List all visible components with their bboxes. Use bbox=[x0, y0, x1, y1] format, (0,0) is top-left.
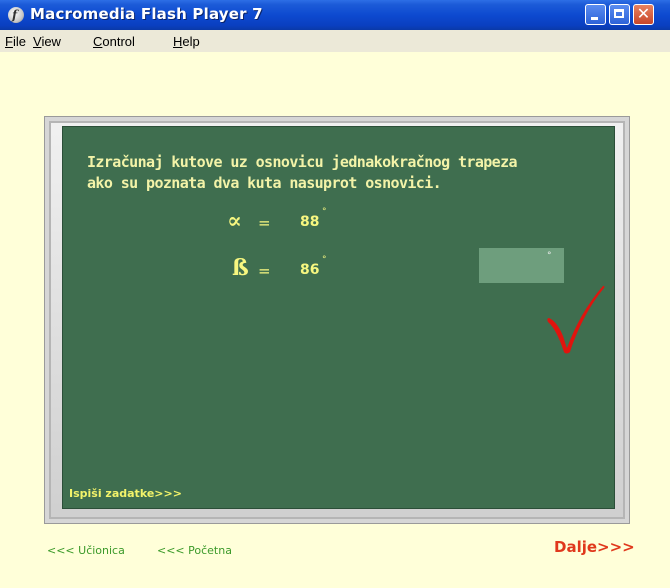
task-line-2: ako su poznata dva kuta nasuprot osnovic… bbox=[87, 174, 442, 192]
close-icon: ✕ bbox=[636, 4, 651, 23]
beta-equals: = bbox=[258, 262, 271, 280]
menu-bar: File View Control Help bbox=[0, 30, 670, 52]
menu-file[interactable]: File bbox=[5, 34, 26, 49]
checkmark-icon bbox=[547, 285, 605, 354]
classroom-link[interactable]: <<< Učionica bbox=[47, 544, 125, 557]
minimize-icon bbox=[591, 17, 598, 20]
menu-view[interactable]: View bbox=[33, 34, 61, 49]
menu-view-label: iew bbox=[41, 34, 61, 49]
next-link[interactable]: Dalje>>> bbox=[554, 538, 635, 556]
menu-control-label: ontrol bbox=[102, 34, 135, 49]
window-title: Macromedia Flash Player 7 bbox=[30, 5, 263, 23]
alpha-equals: = bbox=[258, 214, 271, 232]
flash-player-icon: f bbox=[8, 7, 24, 23]
print-tasks-link[interactable]: Ispiši zadatke>>> bbox=[69, 487, 182, 500]
alpha-value: 88 bbox=[300, 214, 320, 230]
close-button[interactable]: ✕ bbox=[633, 4, 654, 25]
menu-help[interactable]: Help bbox=[173, 34, 200, 49]
menu-help-label: elp bbox=[182, 34, 200, 49]
beta-symbol: ß bbox=[232, 255, 249, 281]
answer-degree: ° bbox=[547, 251, 552, 261]
menu-help-mnemonic: H bbox=[173, 34, 183, 49]
beta-value: 86 bbox=[300, 262, 320, 278]
alpha-degree: ° bbox=[322, 207, 327, 217]
menu-file-mnemonic: F bbox=[5, 34, 13, 49]
task-text: Izračunaj kutove uz osnovicu jednakokrač… bbox=[87, 152, 518, 194]
maximize-icon bbox=[614, 9, 624, 18]
alpha-symbol: ∝ bbox=[227, 208, 242, 234]
window-titlebar: f Macromedia Flash Player 7 ✕ bbox=[0, 0, 670, 30]
menu-control[interactable]: Control bbox=[93, 34, 135, 49]
minimize-button[interactable] bbox=[585, 4, 606, 25]
maximize-button[interactable] bbox=[609, 4, 630, 25]
menu-control-mnemonic: C bbox=[93, 34, 103, 49]
menu-file-label: ile bbox=[12, 34, 26, 49]
beta-degree: ° bbox=[322, 255, 327, 265]
task-line-1: Izračunaj kutove uz osnovicu jednakokrač… bbox=[87, 153, 518, 171]
home-link[interactable]: <<< Početna bbox=[157, 544, 232, 557]
